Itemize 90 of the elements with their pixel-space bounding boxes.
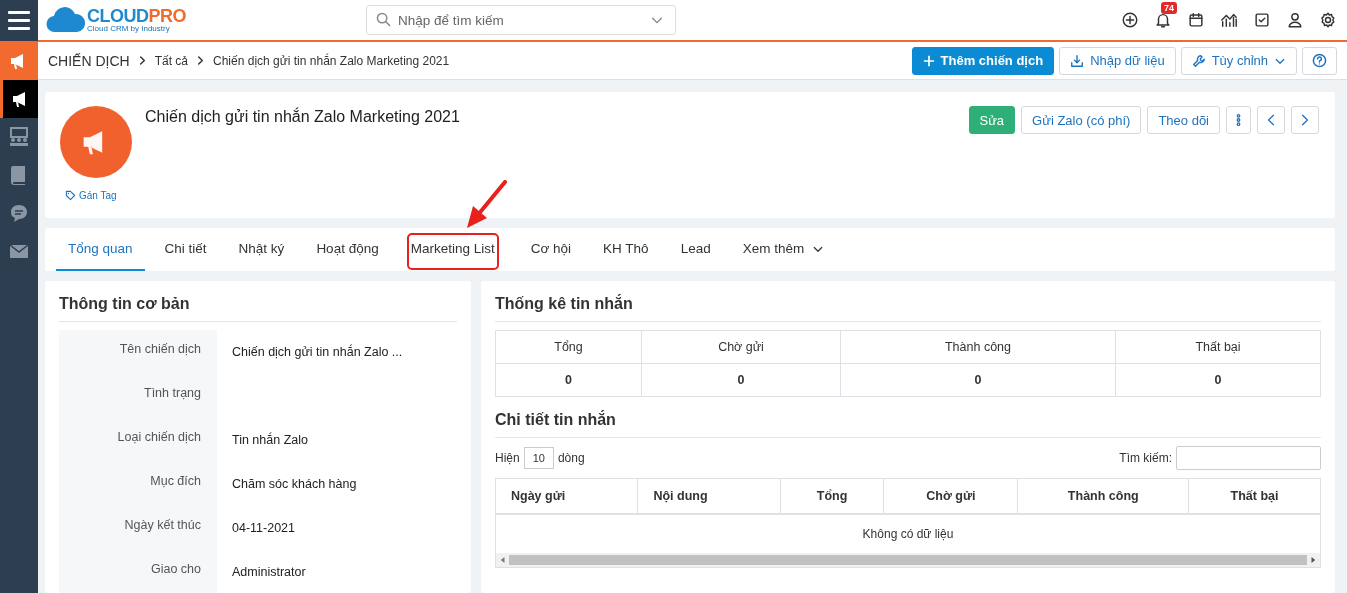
column-header[interactable]: Ngày gửi [496, 479, 638, 514]
tab[interactable]: Tổng quan [56, 228, 145, 271]
settings-icon[interactable] [1319, 11, 1337, 29]
breadcrumb-link[interactable]: CHIẾN DỊCH [48, 52, 130, 69]
tab[interactable]: Lead [668, 228, 723, 271]
bar-chart-icon[interactable] [1220, 11, 1238, 29]
help-button[interactable] [1302, 46, 1337, 75]
tab[interactable]: Hoạt động [304, 228, 391, 271]
annotation-arrow [464, 180, 509, 230]
right-arrow-icon [1310, 556, 1316, 564]
tag-link[interactable]: Gán Tag [65, 190, 117, 201]
breadcrumb-link[interactable]: Tất cả [154, 53, 189, 68]
import-data-button[interactable]: Nhập dữ liệu [1059, 46, 1176, 75]
bell-icon[interactable] [1154, 11, 1172, 29]
customize-button[interactable]: Tùy chỉnh [1180, 46, 1297, 75]
table-cell: 0 [840, 363, 1116, 397]
section-title: Thống kê tin nhắn [495, 281, 1321, 322]
field-label: Giao cho [59, 550, 217, 593]
field-label: Mục đích [59, 462, 217, 506]
cloud-icon [45, 6, 85, 34]
sidebar-item[interactable] [0, 80, 38, 118]
menu-icon[interactable] [0, 0, 38, 41]
tab[interactable]: KH Thô [591, 228, 661, 271]
action-button[interactable]: Theo dõi [1147, 106, 1220, 134]
column-header[interactable]: Chờ gửi [883, 479, 1018, 514]
tab[interactable]: Xem thêm [730, 228, 837, 271]
field-value: Tin nhắn Zalo [231, 431, 309, 449]
section-title: Chi tiết tin nhắn [495, 397, 1321, 438]
column-header: Thất bại [1115, 330, 1321, 364]
field-value: 04-11-2021 [231, 520, 296, 537]
people-icon [8, 126, 30, 148]
field-label: Ngày kết thúc [59, 506, 217, 550]
more-button[interactable] [1226, 106, 1251, 134]
field-value: Chăm sóc khách hàng [231, 476, 358, 493]
record-title: Chiến dịch gửi tin nhắn Zalo Marketing 2021 [144, 106, 460, 127]
section-title: Thông tin cơ bản [59, 281, 457, 322]
calendar-icon[interactable] [1187, 11, 1205, 29]
show-label: Hiện [495, 451, 520, 465]
left-arrow-icon [500, 556, 506, 564]
help-icon [1312, 53, 1327, 68]
chevron-right-icon [196, 56, 206, 65]
chevron-right-icon [1301, 113, 1309, 127]
field-value: Chiến dịch gửi tin nhắn Zalo ... [231, 343, 404, 361]
column-header: Thành công [840, 330, 1116, 364]
tab[interactable]: Chi tiết [152, 228, 219, 271]
column-header: Tổng [495, 330, 642, 364]
column-header[interactable]: Thành công [1018, 479, 1189, 514]
empty-message: Không có dữ liệu [496, 514, 1320, 553]
breadcrumb-link[interactable]: Chiến dịch gửi tin nhắn Zalo Marketing 2021 [213, 53, 450, 68]
tab[interactable]: Marketing List [408, 228, 497, 271]
tab[interactable]: Cơ hội [518, 228, 584, 271]
chevron-right-icon [137, 56, 147, 65]
user-icon[interactable] [1286, 11, 1304, 29]
logo-text: PRO [148, 6, 186, 26]
search-icon [376, 12, 391, 27]
tag-icon [65, 190, 76, 201]
tab[interactable]: Nhật ký [226, 228, 297, 271]
table-cell: 0 [1115, 363, 1321, 397]
add-campaign-button[interactable]: Thêm chiến dịch [911, 46, 1055, 75]
field-value: Administrator [231, 564, 307, 581]
horizontal-scrollbar[interactable] [496, 553, 1320, 567]
rows-label: dòng [557, 451, 585, 465]
add-circle-icon[interactable] [1121, 11, 1139, 29]
column-header[interactable]: Nội dung [637, 479, 781, 514]
logo-text: CLOUD [87, 6, 149, 26]
chevron-left-icon [1267, 113, 1275, 127]
plus-icon [922, 54, 935, 67]
previous-button[interactable] [1257, 106, 1285, 134]
column-header: Chờ gửi [641, 330, 841, 364]
logo[interactable]: CLOUDPRO Cloud CRM by Industry [45, 6, 186, 34]
table-cell: 0 [495, 363, 642, 397]
wrench-icon [1191, 53, 1206, 68]
checkbox-icon[interactable] [1253, 11, 1271, 29]
download-icon [1070, 53, 1085, 68]
vertical-dots-icon [1236, 113, 1241, 127]
field-label: Loại chiến dịch [59, 418, 217, 462]
search-field[interactable] [1176, 446, 1321, 470]
column-header[interactable]: Thất bại [1188, 479, 1320, 514]
search-label: Tìm kiếm: [1119, 451, 1172, 465]
field-label: Tình trạng [59, 374, 217, 418]
table-cell: 0 [641, 363, 841, 397]
field-label: Tên chiến dịch [59, 330, 217, 374]
action-button[interactable]: Gửi Zalo (có phí) [1021, 106, 1142, 134]
search-field[interactable]: Nhập để tìm kiếm [366, 5, 676, 35]
logo-tagline: Cloud CRM by Industry [87, 25, 171, 33]
chat-bubble-icon [8, 202, 30, 224]
page-size-select[interactable]: 10 [523, 447, 554, 469]
column-header[interactable]: Tổng [780, 479, 884, 514]
notification-badge: 74 [1161, 2, 1177, 14]
next-button[interactable] [1291, 106, 1319, 134]
